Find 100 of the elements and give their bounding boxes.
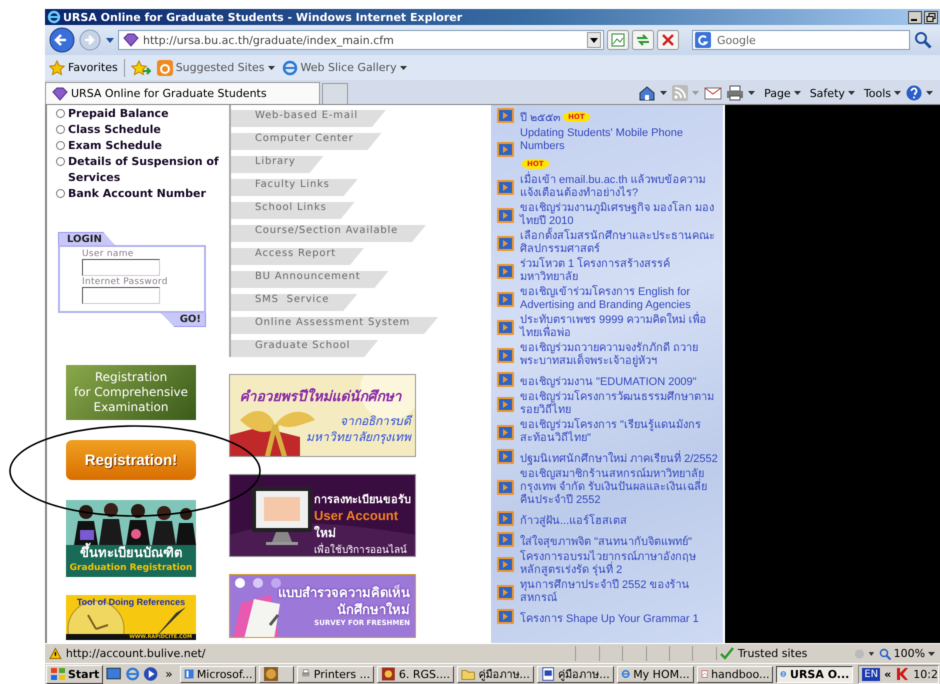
news-link[interactable]: ประทับตราเพชร 9999 ความคิดใหม่ เพื่อไทยเพื่อพ่อ [520,314,721,340]
more-button[interactable]: » [161,667,177,681]
news-link[interactable]: ปี ๒๕๕๓ [520,112,562,125]
input-field[interactable] [82,259,160,276]
radio-button[interactable] [56,189,65,198]
news-link[interactable]: เมื่อเข้า email.bu.ac.th แล้วพบข้อความแจ้งเตือนต้องทำอย่างไร? [520,174,721,200]
antivirus-icon[interactable] [895,667,910,681]
menu-link[interactable]: Course/Section Available [231,225,426,242]
menu-label[interactable]: Details of Suspension of Services [68,154,227,186]
back-button[interactable] [49,27,75,53]
menu-link[interactable]: Graduate School [231,340,378,357]
command-menu[interactable]: Safety [810,86,856,100]
taskbar-button[interactable]: Printers ... [297,666,374,682]
menu-link[interactable]: Online Assessment System [231,317,438,334]
checkmark-icon [720,647,734,660]
news-link[interactable]: ทุนการศึกษาประจำปี 2552 ของร้านสหกรณ์ [520,579,721,605]
menu-label[interactable]: Exam Schedule [68,138,162,154]
menu-link[interactable]: BU Announcement [231,271,388,288]
news-link[interactable]: ขอเชิญสมาชิกร้านสหกรณ์มหาวิทยาลัยกรุงเทพ จำกัด รับเงินปันผลและเงินเฉลี่ยคืนประจำปี 2552 [520,468,721,507]
mail-icon[interactable] [704,86,722,100]
dropdown-arrow-icon[interactable] [660,90,668,96]
media-player-icon[interactable] [142,666,158,682]
menu-label[interactable]: Bank Account Number [68,186,206,202]
news-link[interactable]: โครงการ Shape Up Your Grammar 1 [520,613,699,626]
menu-link[interactable]: Web-based E-mail [231,110,386,127]
news-link[interactable]: ขอเชิญร่วมงานภูมิเศรษฐกิจ มองโลก มองไทยปี 2010 [520,202,721,228]
taskbar-button[interactable] [259,666,294,682]
show-hidden-icons-button[interactable]: « [884,668,892,680]
menu-label[interactable]: Prepaid Balance [68,106,169,122]
favorites-link[interactable]: Suggested Sites [156,60,276,76]
news-link[interactable]: Updating Students' Mobile Phone Numbers [520,127,721,153]
go-button[interactable]: GO! [160,313,206,327]
news-link[interactable]: ก้าวสู่ฝัน...แอร์โฮสเตส [520,515,628,528]
command-menu[interactable]: Page [764,86,802,100]
radio-button[interactable] [56,125,65,134]
dropdown-icon[interactable] [587,32,601,48]
language-indicator[interactable]: EN [862,668,880,680]
desktop-icon[interactable] [106,666,122,682]
menu-link[interactable]: School Links [231,202,355,219]
menu-link[interactable]: Library [231,156,324,173]
arrow-bullet-icon [497,449,514,464]
news-link[interactable]: ขอเชิญร่วมโครงการ "เรียนรู้แดนมังกร สะท้อนวิถีไทย" [520,419,721,445]
banner-text: มหาวิทยาลัยกรุงเทพ [306,429,411,445]
banner[interactable]: Registration for Comprehensive Examination [66,365,196,420]
dropdown-arrow-icon[interactable] [926,90,934,96]
dropdown-arrow-icon[interactable] [105,36,115,44]
compatibility-view-button[interactable] [607,30,629,50]
restore-button[interactable] [924,10,938,24]
radio-button[interactable] [56,157,65,166]
favorites-link[interactable]: Web Slice Gallery [282,60,408,76]
news-link[interactable]: โครงการอบรมไวยากรณ์ภาษาอังกฤษหลักสูตรเร่งรัด รุ่นที่ 2 [520,551,721,577]
zoom-control[interactable]: 100% [878,647,936,660]
address-field[interactable]: http://ursa.bu.ac.th/graduate/index_main.cfm [118,30,604,50]
news-link[interactable]: ใส่ใจสุขภาพจิต "สนทนากับจิตแพทย์" [520,536,692,549]
taskbar-button[interactable]: URSA O... [776,666,854,682]
banner[interactable]: คำอวยพรปีใหม่แด่นักศึกษา จากอธิการบดี มหาวิทยาลัยกรุงเทพ [229,374,416,457]
home-icon[interactable] [638,85,656,101]
banner-text: User Account [314,508,398,523]
start-button[interactable]: Start [46,664,104,684]
banner[interactable]: การลงทะเบียนขอรับ User Account ใหม่ เพื่อใช้บริการออนไลน์ [229,474,416,557]
dropdown-arrow-icon [794,90,802,96]
protected-mode-icon[interactable] [852,646,875,660]
login-tab-label: LOGIN [58,232,115,245]
help-icon[interactable] [906,85,922,101]
favorites-button[interactable]: Favorites [49,60,118,76]
dropdown-arrow-icon[interactable] [748,90,756,96]
news-link[interactable]: ร่วมโหวต 1 โครงการสร้างสรรค์มหาวิทยาลัย [520,258,721,284]
taskbar-button[interactable]: handboo... [696,666,774,682]
menu-link[interactable]: Access Report [231,248,364,265]
news-link[interactable]: เลือกตั้งสโมสรนักศึกษาและประธานคณะศิลปกรรมศาสตร์ [520,230,721,256]
minimize-button[interactable] [908,10,922,24]
news-link[interactable]: ขอเชิญเข้าร่วมโครงการ English for Advertising and Branding Agencies [520,286,721,312]
taskbar-button[interactable]: 6. RGS.... [377,666,454,682]
news-link[interactable]: ขอเชิญร่วมถวายความจงรักภักดี ถวายพระบาทสมเด็จพระเจ้าอยู่หัวฯ [520,342,721,368]
print-icon[interactable] [726,85,744,101]
taskbar-button[interactable]: Microsof... [180,666,256,682]
news-link[interactable]: ปฐมนิเทศนักศึกษาใหม่ ภาคเรียนที่ 2/2552 [520,453,718,466]
input-field[interactable] [82,287,160,304]
menu-link[interactable]: Faculty Links [231,179,358,196]
radio-button[interactable] [56,109,65,118]
menu-label[interactable]: Class Schedule [68,122,161,138]
menu-link[interactable]: SMS Service [231,294,358,311]
news-link[interactable]: ขอเชิญร่วมงาน "EDUMATION 2009" [520,376,697,389]
search-field[interactable]: Google [692,30,910,50]
taskbar-button[interactable]: คู่มือภาษ... [536,666,614,682]
search-icon[interactable] [913,30,933,50]
add-favorites-icon[interactable] [130,60,151,76]
clock: 10:2 [913,668,938,680]
refresh-button[interactable] [632,30,654,50]
stop-button[interactable] [657,30,679,50]
taskbar-button[interactable]: คู่มือภาษ... [456,666,534,682]
arrow-bullet-icon [497,511,514,526]
radio-button[interactable] [56,141,65,150]
banner[interactable]: ขึ้นทะเบียนบัณฑิต Graduation Registration [66,500,196,577]
arrow-bullet-icon [497,556,514,572]
taskbar-button[interactable]: My HOM... [616,666,694,682]
command-menu[interactable]: Tools [864,86,902,100]
menu-link[interactable]: Computer Center [231,133,382,150]
browser-tab[interactable]: URSA Online for Graduate Students [45,82,320,104]
news-link[interactable]: ขอเชิญร่วมโครงการวัฒนธรรมศึกษาตามรอยวิถีไทย [520,391,721,417]
